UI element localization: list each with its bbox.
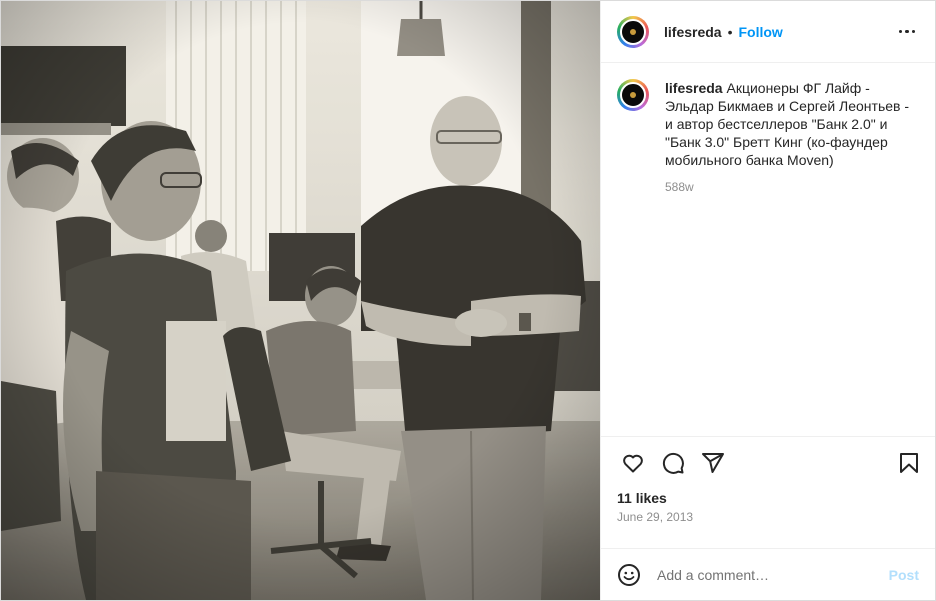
avatar[interactable] — [617, 15, 649, 48]
likes-count[interactable]: 11 likes — [601, 488, 935, 508]
username[interactable]: lifesreda — [664, 24, 722, 40]
comment-icon[interactable] — [653, 443, 693, 483]
caption-username[interactable]: lifesreda — [665, 80, 723, 96]
caption-text: lifesreda Акционеры ФГ Лайф - Эльдар Бик… — [665, 79, 919, 169]
post-date[interactable]: June 29, 2013 — [601, 508, 935, 534]
caption-timestamp[interactable]: 588w — [665, 180, 919, 194]
separator-dot: • — [727, 23, 733, 40]
bookmark-icon[interactable] — [889, 443, 929, 483]
caption-area: lifesreda Акционеры ФГ Лайф - Эльдар Бик… — [601, 63, 935, 436]
comment-bar: Post — [601, 548, 935, 600]
post-button[interactable]: Post — [889, 567, 919, 583]
caption-avatar[interactable] — [617, 79, 649, 111]
share-icon[interactable] — [693, 443, 733, 483]
caption-block: lifesreda Акционеры ФГ Лайф - Эльдар Бик… — [665, 79, 919, 420]
post-photo[interactable] — [1, 1, 600, 600]
photo-image — [1, 1, 600, 600]
comment-input[interactable] — [657, 566, 889, 583]
post-side-panel: lifesreda • Follow lifesreda Акционеры Ф… — [600, 1, 935, 600]
caption-avatar-image — [620, 82, 646, 108]
instagram-post: lifesreda • Follow lifesreda Акционеры Ф… — [0, 0, 936, 601]
heart-icon[interactable] — [613, 443, 653, 483]
action-bar — [601, 436, 935, 488]
more-options-icon[interactable] — [895, 26, 920, 38]
avatar-image — [620, 18, 646, 45]
emoji-icon[interactable] — [617, 563, 641, 587]
post-header: lifesreda • Follow — [601, 1, 935, 63]
follow-button[interactable]: Follow — [739, 24, 783, 40]
